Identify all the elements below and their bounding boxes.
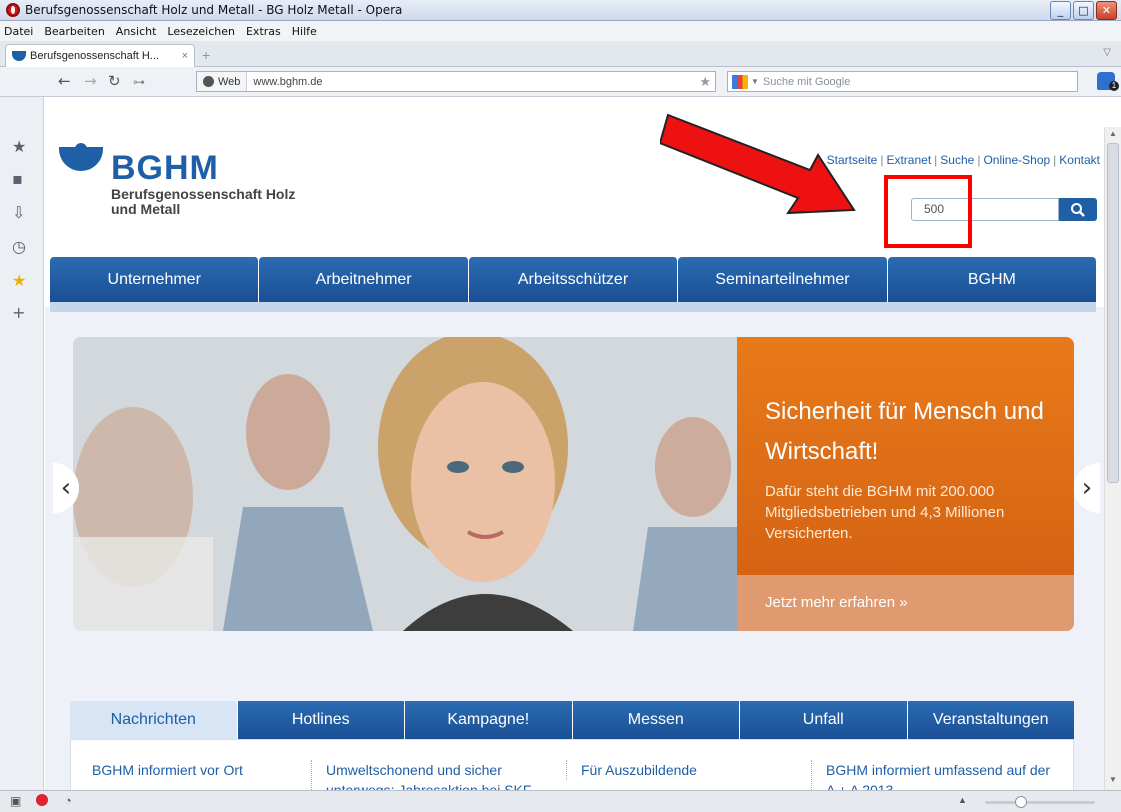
- add-panel-icon[interactable]: +: [12, 303, 25, 322]
- annotation-highlight-box: [884, 175, 972, 248]
- bookmark-star-icon[interactable]: ★: [699, 74, 711, 90]
- tab-bar: Berufsgenossenschaft H... × + ▽: [0, 41, 1121, 67]
- link-kontakt[interactable]: Kontakt: [1059, 153, 1100, 167]
- widgets-icon[interactable]: ★: [12, 271, 26, 290]
- hero-title: Sicherheit für Mensch und Wirtschaft!: [765, 398, 1044, 465]
- tab-unfall[interactable]: Unfall: [740, 701, 908, 739]
- key-icon[interactable]: ⊶: [133, 75, 145, 89]
- hero-slider: Sicherheit für Mensch und Wirtschaft! Da…: [73, 337, 1074, 631]
- nav-arbeitsschuetzer[interactable]: Arbeitsschützer: [468, 257, 679, 302]
- bookmarks-icon[interactable]: ★: [12, 137, 26, 156]
- menu-extras[interactable]: Extras: [246, 25, 281, 38]
- nav-bghm[interactable]: BGHM: [887, 257, 1097, 302]
- extension-badge: 1: [1109, 81, 1119, 91]
- magnifier-icon: [1071, 202, 1085, 217]
- minimize-button[interactable]: _: [1050, 1, 1071, 20]
- close-window-button[interactable]: ✕: [1096, 1, 1117, 20]
- tab-title: Berufsgenossenschaft H...: [30, 50, 160, 62]
- top-links: Startseite | Extranet | Suche | Online-Shop | Ko…: [827, 153, 1100, 167]
- title-bar: Berufsgenossenschaft Holz und Metall - B…: [0, 0, 1121, 21]
- status-bar: ▣ ◔ ▲: [0, 790, 1121, 812]
- site-search-button[interactable]: [1059, 198, 1097, 221]
- google-search-field[interactable]: ▼ Suche mit Google: [727, 71, 1078, 92]
- search-engine-dropdown-icon[interactable]: ▼: [751, 77, 759, 86]
- logo-subtitle: Berufsgenossenschaft Holz und Metall: [111, 186, 296, 217]
- logo-text: BGHM: [111, 149, 219, 187]
- new-tab-icon[interactable]: +: [202, 47, 210, 63]
- bghm-favicon-icon: [12, 51, 26, 61]
- tab-hotlines[interactable]: Hotlines: [237, 701, 405, 739]
- logo-mark-icon: [59, 147, 103, 171]
- address-bar: ← → ↻ ⊶ Web www.bghm.de ★ ▼ Suche mit Go…: [0, 67, 1121, 97]
- news-content: BGHM informiert vor Ort Umweltschonend u…: [70, 739, 1074, 790]
- news-tabs: Nachrichten Hotlines Kampagne! Messen Un…: [70, 701, 1074, 739]
- browser-tab[interactable]: Berufsgenossenschaft H... ×: [5, 44, 195, 67]
- reload-icon[interactable]: ↻: [108, 72, 121, 90]
- scroll-down-icon[interactable]: ▼: [1107, 775, 1119, 787]
- vertical-scrollbar[interactable]: ▲ ▼: [1104, 127, 1121, 790]
- maximize-button[interactable]: □: [1073, 1, 1094, 20]
- menu-bearbeiten[interactable]: Bearbeiten: [44, 25, 104, 38]
- url-field[interactable]: Web www.bghm.de ★: [196, 71, 716, 92]
- zoom-out-icon[interactable]: ▲: [958, 795, 967, 805]
- menu-ansicht[interactable]: Ansicht: [116, 25, 157, 38]
- scroll-up-icon[interactable]: ▲: [1107, 129, 1119, 141]
- google-icon: [732, 74, 748, 89]
- news-item[interactable]: BGHM informiert umfassend auf der A + A …: [811, 760, 1051, 790]
- link-extranet[interactable]: Extranet: [886, 153, 931, 167]
- opera-unite-icon[interactable]: [36, 794, 48, 806]
- main-navigation: Unternehmer Arbeitnehmer Arbeitsschützer…: [50, 257, 1097, 302]
- tab-menu-icon[interactable]: ▽: [1103, 47, 1111, 58]
- news-item[interactable]: BGHM informiert vor Ort: [92, 760, 292, 780]
- tab-kampagne[interactable]: Kampagne!: [405, 701, 573, 739]
- hero-cta[interactable]: Jetzt mehr erfahren »: [737, 575, 1074, 631]
- menu-datei[interactable]: Datei: [4, 25, 33, 38]
- window-title: Berufsgenossenschaft Holz und Metall - B…: [25, 3, 403, 17]
- tab-nachrichten[interactable]: Nachrichten: [70, 701, 238, 739]
- link-separator: |: [880, 153, 884, 167]
- carousel-next-button[interactable]: ›: [1074, 463, 1100, 513]
- notes-icon[interactable]: ▪: [12, 169, 23, 188]
- hero-cta-label: Jetzt mehr erfahren »: [765, 594, 908, 611]
- link-suche[interactable]: Suche: [940, 153, 974, 167]
- web-badge-label: Web: [218, 75, 241, 88]
- zoom-slider-thumb[interactable]: [1015, 796, 1027, 808]
- nav-seminarteilnehmer[interactable]: Seminarteilnehmer: [678, 257, 888, 302]
- menu-hilfe[interactable]: Hilfe: [292, 25, 317, 38]
- menu-lesezeichen[interactable]: Lesezeichen: [167, 25, 235, 38]
- nav-arbeitnehmer[interactable]: Arbeitnehmer: [259, 257, 469, 302]
- scroll-thumb[interactable]: [1107, 143, 1119, 483]
- news-item[interactable]: Für Auszubildende: [566, 760, 766, 780]
- hero-panel: Sicherheit für Mensch und Wirtschaft! Da…: [737, 337, 1074, 631]
- nav-underline: [50, 302, 1096, 312]
- link-separator: |: [1053, 153, 1057, 167]
- opera-sidebar: ★ ▪ ⇩ ◷ ★ +: [0, 97, 44, 790]
- tab-messen[interactable]: Messen: [572, 701, 740, 739]
- menu-bar: Datei Bearbeiten Ansicht Lesezeichen Ext…: [0, 21, 1121, 41]
- tab-close-icon[interactable]: ×: [182, 50, 188, 62]
- panel-toggle-icon[interactable]: ▣: [10, 794, 21, 808]
- history-icon[interactable]: ◷: [12, 237, 26, 256]
- back-icon[interactable]: ←: [58, 72, 71, 90]
- window-controls: _ □ ✕: [1050, 1, 1117, 20]
- zoom-slider[interactable]: [985, 796, 1095, 808]
- link-separator: |: [977, 153, 981, 167]
- link-separator: |: [934, 153, 938, 167]
- downloads-icon[interactable]: ⇩: [12, 203, 25, 222]
- link-online-shop[interactable]: Online-Shop: [983, 153, 1050, 167]
- globe-icon: [203, 76, 214, 87]
- nav-unternehmer[interactable]: Unternehmer: [50, 257, 260, 302]
- tab-veranstaltungen[interactable]: Veranstaltungen: [907, 701, 1074, 739]
- hero-photo: [73, 337, 737, 631]
- news-item[interactable]: Umweltschonend und sicher unterwegs: Jah…: [311, 760, 541, 790]
- web-badge[interactable]: Web: [197, 72, 248, 91]
- hero-text: Dafür steht die BGHM mit 200.000 Mitglie…: [765, 483, 1005, 542]
- forward-icon[interactable]: →: [84, 72, 97, 90]
- search-placeholder: Suche mit Google: [762, 75, 851, 88]
- turbo-icon[interactable]: ◔: [64, 793, 72, 808]
- annotation-arrow: [660, 113, 856, 215]
- url-text: www.bghm.de: [253, 75, 323, 88]
- opera-logo-icon: [6, 3, 20, 17]
